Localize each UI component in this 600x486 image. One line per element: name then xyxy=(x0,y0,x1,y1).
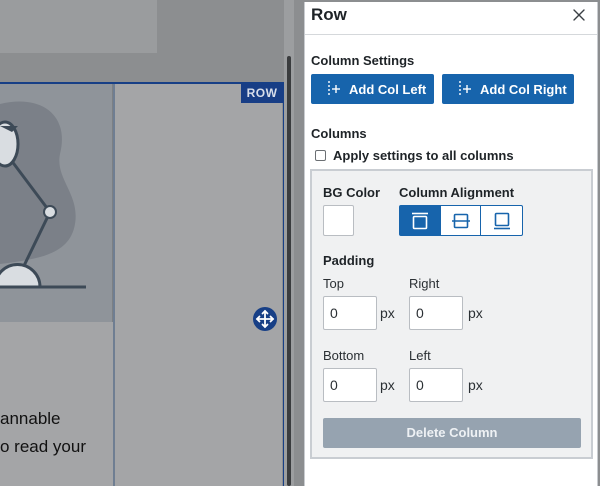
column-settings-heading: Column Settings xyxy=(311,53,415,68)
bg-color-label: BG Color xyxy=(323,185,381,200)
apply-all-row[interactable]: Apply settings to all columns xyxy=(315,148,514,163)
padding-left-label: Left xyxy=(409,348,431,363)
padding-heading: Padding xyxy=(323,253,375,268)
close-icon[interactable] xyxy=(569,5,589,25)
alignment-label: Column Alignment xyxy=(399,185,515,200)
align-bottom-icon[interactable] xyxy=(481,206,522,235)
editor-canvas: ROW annable o read your xyxy=(0,0,294,486)
canvas-top-block xyxy=(0,0,157,53)
apply-all-label: Apply settings to all columns xyxy=(333,148,514,163)
column-settings-box: BG Color Column Alignment Padding Top 0 … xyxy=(310,169,593,459)
add-col-right-label: Add Col Right xyxy=(480,81,567,97)
bg-color-swatch[interactable] xyxy=(323,205,354,236)
panel-header: Row xyxy=(305,2,597,35)
body-text-line: o read your xyxy=(0,437,86,456)
align-middle-icon[interactable] xyxy=(441,206,482,235)
add-column-icon xyxy=(459,81,471,97)
padding-top-label: Top xyxy=(323,276,344,291)
padding-left-unit: px xyxy=(468,377,483,393)
padding-top-input[interactable]: 0 xyxy=(323,296,377,330)
padding-right-unit: px xyxy=(468,305,483,321)
add-col-right-button[interactable]: Add Col Right xyxy=(442,74,574,104)
padding-bottom-input[interactable]: 0 xyxy=(323,368,377,402)
canvas-scrollbar[interactable] xyxy=(287,56,291,486)
padding-bottom-label: Bottom xyxy=(323,348,365,363)
padding-bottom-unit: px xyxy=(380,377,395,393)
add-col-left-button[interactable]: Add Col Left xyxy=(311,74,434,104)
padding-left-input[interactable]: 0 xyxy=(409,368,463,402)
row-badge: ROW xyxy=(241,84,283,103)
delete-column-button[interactable]: Delete Column xyxy=(323,418,581,448)
body-text-line: annable xyxy=(0,409,61,428)
add-col-left-label: Add Col Left xyxy=(349,81,427,97)
move-handle-icon[interactable] xyxy=(253,307,277,331)
padding-right-input[interactable]: 0 xyxy=(409,296,463,330)
columns-heading: Columns xyxy=(311,126,367,141)
align-top-icon[interactable] xyxy=(400,206,441,235)
add-column-icon xyxy=(328,81,340,97)
apply-all-checkbox[interactable] xyxy=(315,150,326,161)
alignment-toggle-group xyxy=(399,205,523,236)
panel-title: Row xyxy=(311,5,347,24)
row-settings-panel: Row Column Settings Add Col Left Add Col… xyxy=(304,2,598,486)
padding-top-unit: px xyxy=(380,305,395,321)
padding-right-label: Right xyxy=(409,276,440,291)
